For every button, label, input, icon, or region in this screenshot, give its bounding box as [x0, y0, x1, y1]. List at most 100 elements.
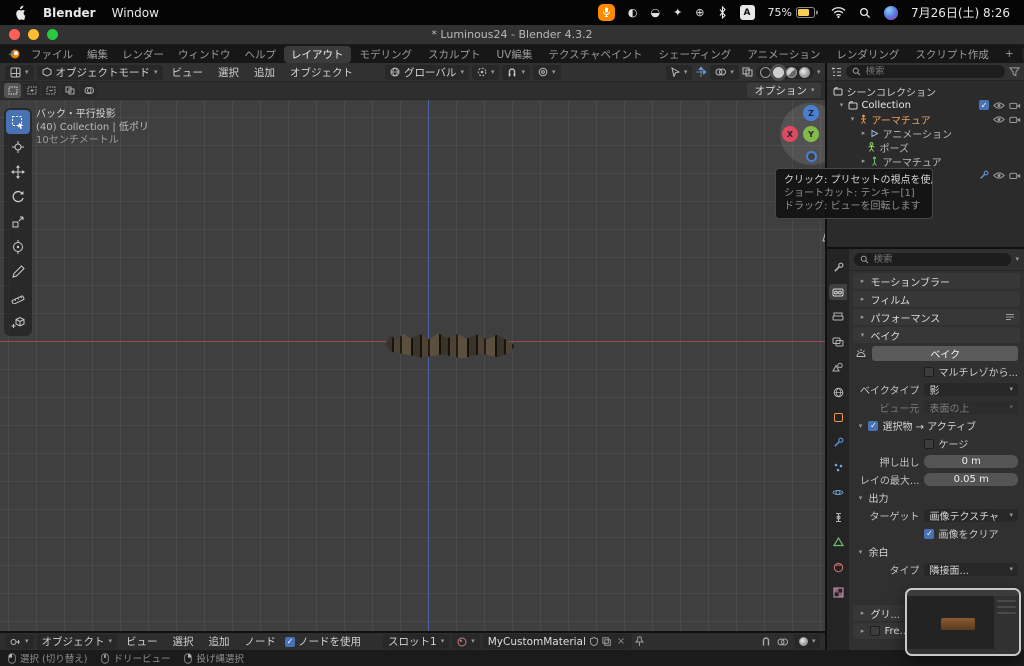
- max-ray-field[interactable]: 0.05 m: [924, 473, 1018, 486]
- menu-render[interactable]: レンダー: [115, 47, 171, 62]
- chevron-down-icon[interactable]: ▾: [1015, 256, 1019, 263]
- viewport-menu-add[interactable]: 追加: [248, 65, 281, 80]
- outliner-row-collection[interactable]: ▾ Collection ✓: [827, 98, 1024, 112]
- workspace-tab-rendering[interactable]: レンダリング: [829, 46, 906, 63]
- collection-enable-checkbox[interactable]: ✓: [979, 100, 989, 110]
- modifier-wrench-icon[interactable]: [979, 170, 989, 180]
- object-data-properties-tab-icon[interactable]: [829, 534, 847, 550]
- gizmo-x-axis[interactable]: X: [782, 126, 798, 142]
- select-mode-extend-icon[interactable]: [23, 83, 40, 98]
- outliner-editor-icon[interactable]: [831, 67, 842, 77]
- add-workspace-button[interactable]: +: [998, 47, 1021, 61]
- menu-edit[interactable]: 編集: [80, 47, 115, 62]
- copy-material-icon[interactable]: [602, 637, 611, 646]
- disable-render-camera-icon[interactable]: [1009, 115, 1021, 124]
- material-slot-dropdown[interactable]: スロット1 ▾: [383, 634, 450, 649]
- overlays-icon[interactable]: [777, 637, 788, 647]
- transform-tool[interactable]: [6, 235, 30, 259]
- minimize-window-button[interactable]: [28, 29, 39, 40]
- modifier-properties-tab-icon[interactable]: [829, 434, 847, 450]
- viewlayer-properties-tab-icon[interactable]: [829, 334, 847, 350]
- blender-logo-icon[interactable]: [7, 48, 21, 60]
- render-properties-tab-icon[interactable]: [829, 284, 848, 300]
- rendered-shading-icon[interactable]: [798, 66, 810, 78]
- scale-tool[interactable]: [6, 210, 30, 234]
- panel-performance[interactable]: ▸ パフォーマンス: [853, 309, 1020, 325]
- material-properties-tab-icon[interactable]: [829, 559, 847, 575]
- shader-menu-add[interactable]: 追加: [203, 634, 236, 649]
- apple-menu-icon[interactable]: [14, 5, 27, 20]
- editor-type-button[interactable]: ▾: [5, 64, 34, 80]
- workspace-tab-modeling[interactable]: モデリング: [353, 46, 420, 63]
- select-mode-invert-icon[interactable]: [61, 83, 78, 98]
- shader-type-dropdown[interactable]: オブジェクト ▾: [36, 634, 118, 649]
- margin-type-dropdown[interactable]: 隣接面... ▾: [924, 563, 1018, 577]
- select-mode-set-icon[interactable]: [4, 83, 21, 98]
- menubar-app-icon[interactable]: ✦: [673, 7, 682, 18]
- scene-properties-tab-icon[interactable]: [829, 359, 847, 375]
- low-poly-mesh-object[interactable]: [385, 333, 515, 359]
- shader-editor-type-button[interactable]: ▾: [5, 634, 34, 649]
- from-multires-checkbox[interactable]: [924, 366, 935, 377]
- proportional-editing-dropdown[interactable]: ▾: [532, 64, 561, 80]
- hide-viewport-eye-icon[interactable]: [993, 171, 1005, 180]
- menubar-datetime[interactable]: 7月26日(土) 8:26: [911, 4, 1010, 21]
- workspace-tab-texture-paint[interactable]: テクスチャペイント: [541, 46, 649, 63]
- select-mode-subtract-icon[interactable]: [42, 83, 59, 98]
- gizmo-z-axis[interactable]: Z: [803, 105, 819, 121]
- filter-icon[interactable]: [1009, 66, 1020, 77]
- close-window-button[interactable]: [9, 29, 20, 40]
- expand-icon[interactable]: ▾: [848, 115, 856, 123]
- material-name-field[interactable]: MyCustomMaterial ×: [482, 634, 633, 649]
- wifi-icon[interactable]: [831, 7, 846, 18]
- outliner-search-input[interactable]: [865, 66, 999, 77]
- selected-to-active-checkbox[interactable]: ✓: [868, 420, 879, 431]
- object-properties-tab-icon[interactable]: [829, 409, 847, 425]
- shader-menu-select[interactable]: 選択: [167, 634, 200, 649]
- outliner-row-pose[interactable]: ポーズ: [827, 140, 1024, 155]
- cursor-tool[interactable]: [6, 135, 30, 159]
- annotate-tool[interactable]: [6, 260, 30, 284]
- properties-search-input[interactable]: [873, 254, 1006, 265]
- freestyle-checkbox[interactable]: [870, 626, 881, 636]
- unlink-material-icon[interactable]: ×: [615, 636, 627, 647]
- input-source-icon[interactable]: A: [739, 5, 755, 20]
- hide-viewport-eye-icon[interactable]: [993, 115, 1005, 124]
- menu-file[interactable]: ファイル: [24, 47, 80, 62]
- tool-options-button[interactable]: オプション ▾: [747, 83, 822, 98]
- move-tool[interactable]: [6, 160, 30, 184]
- disable-render-camera-icon[interactable]: [1009, 101, 1021, 110]
- rotate-tool[interactable]: [6, 185, 30, 209]
- hide-viewport-eye-icon[interactable]: [993, 101, 1005, 110]
- menubar-menu-window[interactable]: Window: [112, 6, 159, 20]
- physics-properties-tab-icon[interactable]: [829, 484, 847, 500]
- user-account-icon[interactable]: [883, 5, 898, 20]
- outliner-row-armature-data[interactable]: ▸ アーマチュア: [827, 154, 1024, 169]
- margin-subpanel-header[interactable]: ▾ 余白: [853, 544, 1020, 560]
- mic-in-use-icon[interactable]: [597, 4, 615, 21]
- add-cube-tool[interactable]: [6, 310, 30, 334]
- workspace-tab-sculpting[interactable]: スカルプト: [421, 46, 488, 63]
- output-subpanel-header[interactable]: ▾ 出力: [853, 490, 1020, 506]
- constraints-properties-tab-icon[interactable]: [829, 509, 847, 525]
- shader-menu-node[interactable]: ノード: [239, 634, 283, 649]
- panel-bake[interactable]: ▾ ベイク: [853, 327, 1020, 343]
- disable-render-camera-icon[interactable]: [1009, 171, 1021, 180]
- shader-menu-view[interactable]: ビュー: [120, 634, 164, 649]
- viewport-canvas[interactable]: バック・平行投影 (40) Collection | 低ポリ 10センチメートル…: [0, 100, 826, 631]
- outliner-row-scene-collection[interactable]: シーンコレクション: [827, 84, 1024, 99]
- wireframe-shading-icon[interactable]: [759, 66, 771, 78]
- extrusion-field[interactable]: 0 m: [924, 455, 1018, 468]
- workspace-tab-uv[interactable]: UV編集: [490, 46, 540, 63]
- view-from-dropdown[interactable]: 表面の上 ▾: [924, 401, 1018, 415]
- target-dropdown[interactable]: 画像テクスチャ ▾: [924, 509, 1018, 523]
- measure-tool[interactable]: [6, 285, 30, 309]
- shader-preview-dropdown[interactable]: ▾: [793, 634, 821, 649]
- expand-icon[interactable]: ▸: [859, 129, 867, 137]
- viewport-menu-object[interactable]: オブジェクト: [284, 65, 359, 80]
- screenshot-preview-window[interactable]: [905, 588, 1021, 656]
- bake-type-dropdown[interactable]: 影 ▾: [924, 383, 1018, 397]
- use-nodes-checkbox[interactable]: ✓: [285, 636, 296, 647]
- outliner-row-animation[interactable]: ▸ アニメーション: [827, 126, 1024, 141]
- xray-toggle-icon[interactable]: [742, 67, 753, 77]
